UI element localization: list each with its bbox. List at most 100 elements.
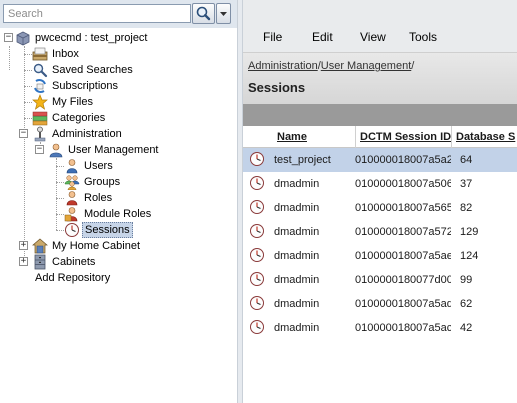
cell-name: dmadmin [274,274,320,286]
tree-label: Groups [84,176,121,188]
session-clock-icon [250,296,264,310]
collapse-toggle[interactable]: − [19,129,28,138]
tree-label: Administration [52,128,122,140]
add-repository-link[interactable]: Add Repository [0,270,237,286]
chevron-down-icon [220,12,227,16]
cell-session-id: 010000018007a506 [355,178,451,190]
role-icon [66,191,78,206]
breadcrumb-user-management[interactable]: User Management [321,60,412,72]
table-row[interactable]: dmadmin 0100000180077d00 99 [243,268,517,292]
tree-item-my-files[interactable]: My Files [0,94,237,110]
menu-edit[interactable]: Edit [312,30,333,44]
cell-database: 64 [460,154,473,166]
cell-session-id: 010000018007a565 [355,202,451,214]
search-input[interactable] [3,4,191,23]
search-button[interactable] [192,3,215,24]
tree-item-subscriptions[interactable]: Subscriptions [0,78,237,94]
session-clock-icon [250,320,264,334]
tree-item-saved-searches[interactable]: Saved Searches [0,62,237,78]
tree-label: User Management [68,144,159,156]
collapse-toggle[interactable]: − [35,145,44,154]
tree-label: Roles [84,192,113,204]
navigation-pane: − pwcecmd : test_project Inbox Saved Sea… [0,0,237,403]
toolbar-strip [243,104,517,126]
cell-database: 129 [460,226,479,238]
column-header-session-id[interactable]: DCTM Session ID [355,126,451,148]
breadcrumb-separator: / [411,60,415,72]
cell-database: 62 [460,298,473,310]
tree-item-inbox[interactable]: Inbox [0,46,237,62]
cell-name: dmadmin [274,298,320,310]
tree-label: Inbox [52,48,79,60]
cabinets-icon [34,254,46,270]
star-icon [32,94,48,110]
tree-item-users[interactable]: Users [0,158,237,174]
cell-database: 99 [460,274,473,286]
table-row[interactable]: dmadmin 010000018007a5ac 42 [243,316,517,340]
cell-database: 82 [460,202,473,214]
tree-item-repository[interactable]: − pwcecmd : test_project [0,30,237,46]
tree-label: Saved Searches [52,64,133,76]
search-options-dropdown[interactable] [216,3,231,24]
menu-tools[interactable]: Tools [409,30,437,44]
tree-label: My Home Cabinet [52,240,141,252]
tree-item-roles[interactable]: Roles [0,190,237,206]
column-header-database[interactable]: Database S [451,126,517,148]
search-bar [0,0,237,28]
cell-session-id: 010000018007a5a2 [355,154,451,166]
breadcrumb-administration[interactable]: Administration [248,60,318,72]
tree-label: Module Roles [84,208,152,220]
menu-file[interactable]: File [263,30,282,44]
table-row[interactable]: test_project 010000018007a5a2 64 [243,148,517,172]
menu-bar: File Edit View Tools [243,0,517,52]
tree-item-sessions[interactable]: Sessions [0,222,237,238]
cell-session-id: 0100000180077d00 [355,274,451,286]
tree-item-my-home-cabinet[interactable]: + My Home Cabinet [0,238,237,254]
tree-label: Cabinets [52,256,96,268]
group-icon [64,175,80,190]
session-clock-icon [250,200,264,214]
tree-item-cabinets[interactable]: + Cabinets [0,254,237,270]
table-row[interactable]: dmadmin 010000018007a506 37 [243,172,517,196]
cell-name: test_project [274,154,331,166]
menu-view[interactable]: View [360,30,386,44]
repository-label: pwcecmd : test_project [35,32,148,44]
table-row[interactable]: dmadmin 010000018007a565 82 [243,196,517,220]
tree-item-groups[interactable]: Groups [0,174,237,190]
module-role-icon [64,207,78,222]
user-management-icon [49,143,63,158]
grid-header: Name DCTM Session ID Database S [243,126,517,148]
table-row[interactable]: dmadmin 010000018007a572 129 [243,220,517,244]
tree-label: Add Repository [35,272,111,284]
tree-label: Subscriptions [52,80,119,92]
tree-label-selected: Sessions [82,222,133,238]
cell-name: dmadmin [274,178,320,190]
tree-item-categories[interactable]: Categories [0,110,237,126]
cell-session-id: 010000018007a572 [355,226,451,238]
expand-toggle[interactable]: + [19,257,28,266]
table-row[interactable]: dmadmin 010000018007a5ae 124 [243,244,517,268]
session-clock-icon [250,248,264,262]
user-icon [66,159,78,174]
tree-item-administration[interactable]: − Administration [0,126,237,142]
cell-name: dmadmin [274,322,320,334]
tree-label: Users [84,160,113,172]
tree-item-module-roles[interactable]: Module Roles [0,206,237,222]
table-row[interactable]: dmadmin 010000018007a5ad 62 [243,292,517,316]
session-clock-icon [250,176,264,190]
collapse-toggle[interactable]: − [4,33,13,42]
content-pane: File Edit View Tools Administration /User… [243,0,517,403]
magnifier-icon [33,63,48,78]
cell-session-id: 010000018007a5ae [355,250,451,262]
cell-name: dmadmin [274,202,320,214]
repository-icon [16,31,30,46]
column-header-name[interactable]: Name [273,126,359,148]
tree-item-user-management[interactable]: − User Management [0,142,237,158]
expand-toggle[interactable]: + [19,241,28,250]
clock-icon [65,223,79,237]
subscriptions-icon [34,78,46,94]
home-cabinet-icon [32,238,48,254]
cell-database: 124 [460,250,479,262]
inbox-icon [32,47,48,61]
page-title: Sessions [248,80,306,95]
